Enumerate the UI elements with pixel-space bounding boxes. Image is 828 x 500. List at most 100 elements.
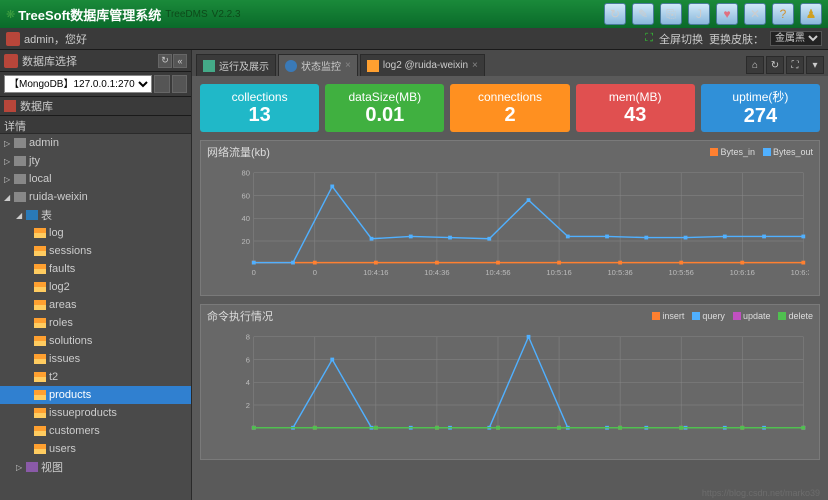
tree-table-log[interactable]: log [0,224,191,242]
svg-text:10:6:16: 10:6:16 [730,268,755,277]
connection-select[interactable]: 【MongoDB】127.0.0.1:270 [4,75,152,93]
legend-Bytes_in: Bytes_in [710,147,755,157]
tree-table-log2[interactable]: log2 [0,278,191,296]
sidebar-header: 数据库选择 ↻ « [0,50,191,72]
sql-icon[interactable]: ⎘ [660,3,682,25]
svg-text:80: 80 [242,169,250,178]
stat-label: uptime(秒) [732,88,788,105]
db-label: 数据库 [20,98,53,114]
table-icon [34,372,46,382]
edit-icon[interactable]: ✎ [632,3,654,25]
db-header: 数据库 [0,96,191,116]
sidebar: 数据库选择 ↻ « 【MongoDB】127.0.0.1:270 数据库 详情 … [0,50,192,500]
svg-text:20: 20 [242,237,250,246]
database-icon [14,192,26,202]
skin-select[interactable]: 金属黑 [770,31,822,46]
connection-config-button[interactable] [172,75,188,93]
chart-title: 命令执行情况 [207,308,273,324]
tabfull-icon[interactable]: ⛶ [786,56,804,74]
stat-label: dataSize(MB) [348,90,421,104]
svg-text:6: 6 [246,355,250,364]
table-icon [34,318,46,328]
user-icon[interactable]: ♟ [800,3,822,25]
tab-status[interactable]: 状态监控× [278,54,358,76]
sidebar-refresh-icon[interactable]: ↻ [158,54,172,68]
fullscreen-toggle[interactable]: 全屏切换 [659,31,703,47]
sidebar-title: 数据库选择 [22,53,158,69]
table-icon [34,426,46,436]
db-select-icon [4,54,18,68]
stat-value: 0.01 [365,104,404,127]
app-version: V2.2.3 [212,9,241,20]
chart-0: 网络流量(kb)Bytes_inBytes_out 204060800010:4… [200,140,820,296]
stat-uptime(秒): uptime(秒)274 [701,84,820,132]
tabrefresh-icon[interactable]: ↻ [766,56,784,74]
svg-text:60: 60 [242,191,250,200]
tree-db-admin[interactable]: ▷admin [0,134,191,152]
help-icon[interactable]: ? [772,3,794,25]
legend-query: query [692,311,725,321]
stat-connections: connections2 [450,84,569,132]
tree-table-t2[interactable]: t2 [0,368,191,386]
stat-label: collections [232,90,288,104]
stat-label: mem(MB) [609,90,662,104]
tree-table-sessions[interactable]: sessions [0,242,191,260]
content: 运行及展示 状态监控× log2 @ruida-weixin× ⌂ ↻ ⛶ ▾ … [192,50,828,500]
fullscreen-icon[interactable]: ⛶ [645,32,653,45]
chart-title: 网络流量(kb) [207,144,270,160]
table-icon [34,444,46,454]
tree-table-products[interactable]: products [0,386,191,404]
svg-text:40: 40 [242,214,250,223]
tree-table-issueproducts[interactable]: issueproducts [0,404,191,422]
tree-table-roles[interactable]: roles [0,314,191,332]
close-icon[interactable]: × [472,60,478,71]
svg-text:0: 0 [252,268,256,277]
svg-text:10:4:56: 10:4:56 [485,268,510,277]
table-icon [34,264,46,274]
tree-db-jty[interactable]: ▷jty [0,152,191,170]
db-icon [4,100,16,112]
svg-text:10:6:36: 10:6:36 [791,268,809,277]
app-title: TreeSoft数据库管理系统 [18,5,161,24]
tab-run[interactable]: 运行及展示 [196,54,276,76]
tree-table-users[interactable]: users [0,440,191,458]
title-bar: ❋ TreeSoft数据库管理系统 TreeDMS V2.2.3 ↻ ✎ ⎘ J… [0,0,828,28]
database-icon [14,174,26,184]
tree-table-faults[interactable]: faults [0,260,191,278]
tree-tables-folder[interactable]: ◢表 [0,206,191,224]
tree-views-folder[interactable]: ▷视图 [0,458,191,476]
tree-db-ruida-weixin[interactable]: ◢ruida-weixin [0,188,191,206]
tree-db-local[interactable]: ▷local [0,170,191,188]
tree-table-customers[interactable]: customers [0,422,191,440]
tab-bar: 运行及展示 状态监控× log2 @ruida-weixin× ⌂ ↻ ⛶ ▾ [192,50,828,76]
heart-icon[interactable]: ♥ [716,3,738,25]
monitor-icon [285,60,297,72]
refresh-icon[interactable]: ↻ [604,3,626,25]
legend-delete: delete [778,311,813,321]
stat-value: 13 [248,104,270,127]
svg-text:10:5:36: 10:5:36 [607,268,632,277]
connection-add-button[interactable] [154,75,170,93]
tab-log2[interactable]: log2 @ruida-weixin× [360,54,485,76]
svg-text:10:4:16: 10:4:16 [363,268,388,277]
home-icon[interactable]: ⌂ [746,56,764,74]
chart-legend: insertqueryupdatedelete [652,311,813,321]
tree-table-areas[interactable]: areas [0,296,191,314]
tools-icon[interactable]: ✕ [744,3,766,25]
stat-collections: collections13 [200,84,319,132]
tree-table-solutions[interactable]: solutions [0,332,191,350]
table-icon [34,300,46,310]
close-icon[interactable]: × [345,60,351,71]
svg-text:2: 2 [246,401,250,410]
tabmenu-icon[interactable]: ▾ [806,56,824,74]
detail-label: 详情 [0,116,191,134]
svg-text:8: 8 [246,333,250,342]
j-icon[interactable]: J [688,3,710,25]
database-icon [14,138,26,148]
legend-insert: insert [652,311,684,321]
tree-table-issues[interactable]: issues [0,350,191,368]
table-icon [34,246,46,256]
sidebar-collapse-icon[interactable]: « [173,54,187,68]
database-icon [14,156,26,166]
app-subtitle: TreeDMS [165,9,207,20]
